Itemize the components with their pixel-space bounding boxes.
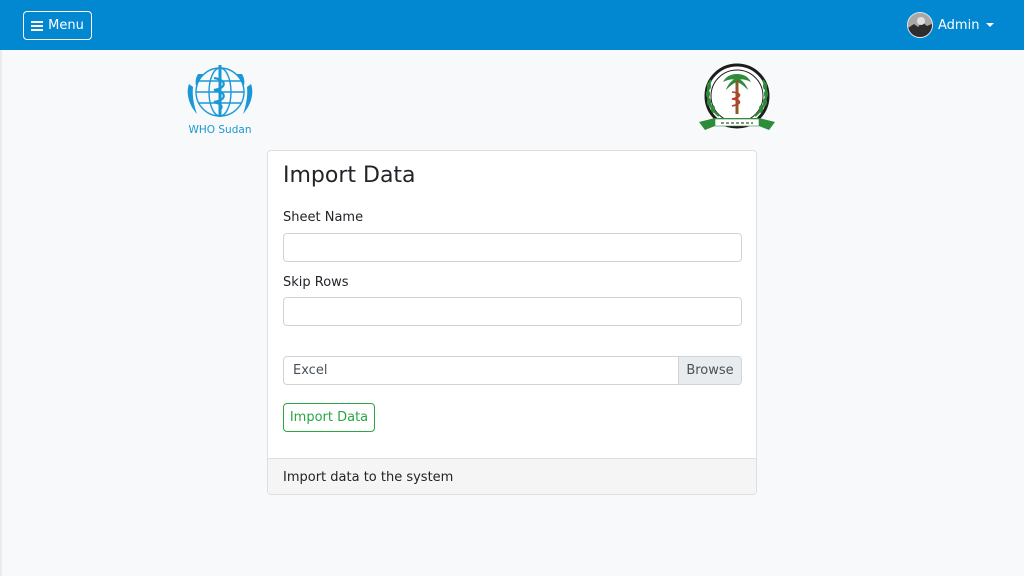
import-data-card: Import Data Sheet Name Skip Rows Excel B… (267, 150, 757, 495)
sidebar-edge (0, 50, 3, 576)
caret-down-icon (986, 23, 995, 27)
who-logo-text: WHO Sudan (188, 124, 252, 136)
import-data-button[interactable]: Import Data (283, 403, 375, 432)
file-input-label: Excel (293, 363, 328, 378)
browse-button[interactable]: Browse (678, 357, 741, 384)
menu-button[interactable]: Menu (23, 11, 92, 40)
menu-button-label: Menu (48, 18, 84, 33)
sheet-name-label: Sheet Name (283, 210, 364, 225)
page-title: Import Data (283, 163, 416, 188)
sheet-name-input[interactable] (283, 233, 742, 262)
hamburger-icon (31, 20, 44, 31)
excel-file-input[interactable]: Excel Browse (283, 356, 742, 385)
user-menu[interactable]: Admin (907, 12, 995, 38)
card-footer: Import data to the system (268, 458, 756, 494)
skip-rows-label: Skip Rows (283, 275, 349, 290)
ministry-of-health-emblem-icon (699, 63, 775, 130)
skip-rows-input[interactable] (283, 297, 742, 326)
avatar-image-icon (908, 13, 932, 37)
user-name: Admin (938, 17, 980, 33)
avatar (907, 12, 933, 38)
top-navbar: Menu Admin (0, 0, 1024, 50)
footer-text: Import data to the system (283, 470, 454, 485)
